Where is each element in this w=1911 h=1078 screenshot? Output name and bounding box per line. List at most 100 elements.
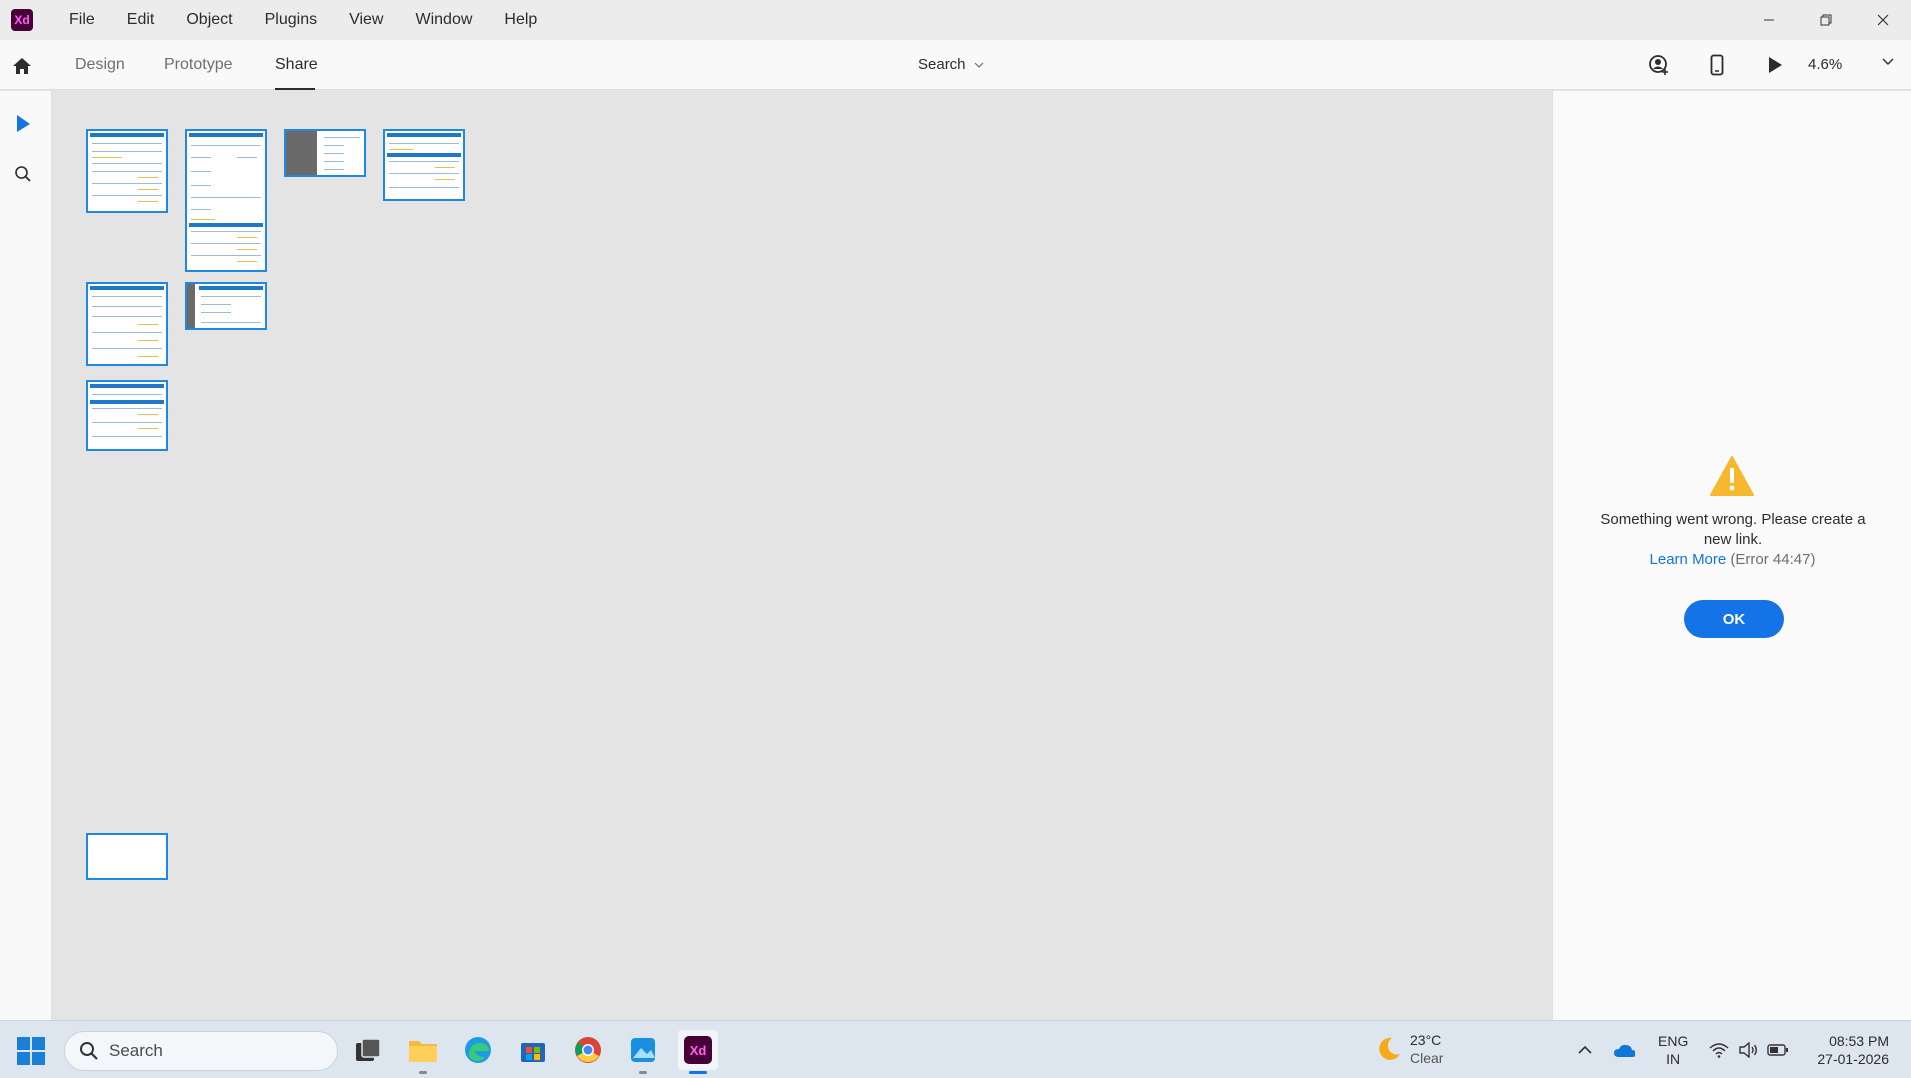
system-clock[interactable]: 08:53 PM 27-01-2026 bbox=[1804, 1032, 1889, 1068]
wifi-icon bbox=[1709, 1043, 1729, 1058]
device-preview-button[interactable] bbox=[1704, 52, 1730, 78]
artboard[interactable]: ••• bbox=[86, 129, 168, 213]
artboard-sidebar bbox=[187, 284, 195, 328]
window-controls bbox=[1740, 0, 1911, 40]
clock-date: 27-01-2026 bbox=[1817, 1051, 1889, 1067]
weather-text: 23°C Clear bbox=[1410, 1031, 1443, 1067]
search-label: Search bbox=[918, 56, 966, 73]
menu-window[interactable]: Window bbox=[399, 11, 488, 29]
search-icon bbox=[15, 166, 31, 182]
home-button[interactable] bbox=[9, 53, 35, 79]
menu-bar: File Edit Object Plugins View Window Hel… bbox=[53, 11, 553, 29]
warning-icon bbox=[1710, 456, 1754, 496]
menu-edit[interactable]: Edit bbox=[111, 11, 171, 29]
artboard-header bbox=[90, 286, 164, 290]
search-icon bbox=[80, 1042, 98, 1060]
moon-icon bbox=[1379, 1037, 1400, 1060]
share-panel: Something went wrong. Please create a ne… bbox=[1552, 91, 1911, 1020]
preview-play-button[interactable] bbox=[1762, 52, 1788, 78]
volume-button[interactable] bbox=[1737, 1039, 1759, 1061]
speaker-icon bbox=[1739, 1042, 1757, 1058]
menu-view[interactable]: View bbox=[333, 11, 399, 29]
title-bar: Xd File Edit Object Plugins View Window … bbox=[0, 0, 1911, 40]
language-region: IN bbox=[1666, 1051, 1681, 1067]
weather-condition: Clear bbox=[1410, 1050, 1444, 1066]
store-icon bbox=[521, 1043, 545, 1062]
chrome-button[interactable] bbox=[568, 1030, 608, 1070]
microsoft-store-button[interactable] bbox=[513, 1030, 553, 1070]
file-explorer-button[interactable] bbox=[403, 1030, 443, 1074]
active-tab-indicator bbox=[275, 88, 315, 90]
play-icon bbox=[1769, 57, 1782, 73]
artboard[interactable]: ••• bbox=[185, 129, 267, 272]
artboard-header bbox=[90, 384, 164, 388]
artboard[interactable]: ••• bbox=[185, 282, 267, 330]
wifi-button[interactable] bbox=[1708, 1039, 1730, 1061]
taskbar-search-box[interactable]: Search bbox=[64, 1031, 338, 1071]
onedrive-cloud-icon bbox=[1614, 1044, 1635, 1057]
photos-app-button[interactable] bbox=[623, 1030, 663, 1074]
running-indicator bbox=[639, 1071, 647, 1074]
battery-button[interactable] bbox=[1767, 1039, 1789, 1061]
tab-prototype[interactable]: Prototype bbox=[164, 56, 232, 74]
tab-design[interactable]: Design bbox=[75, 56, 125, 74]
error-help: Learn More (Error 44:47) bbox=[1553, 551, 1911, 568]
show-hidden-icons-button[interactable] bbox=[1574, 1039, 1596, 1061]
left-tool-rail bbox=[0, 91, 52, 1020]
search-tool-button[interactable] bbox=[10, 161, 36, 187]
error-message: Something went wrong. Please create a ne… bbox=[1600, 511, 1866, 548]
user-share-icon bbox=[1649, 55, 1668, 75]
artboard[interactable]: ••• bbox=[284, 129, 366, 177]
adobe-xd-button[interactable]: Xd bbox=[678, 1030, 718, 1074]
xd-logo-icon[interactable]: Xd bbox=[11, 9, 33, 31]
weather-temperature: 23°C bbox=[1410, 1032, 1442, 1048]
active-indicator bbox=[689, 1071, 707, 1074]
battery-icon bbox=[1767, 1044, 1788, 1056]
chrome-icon bbox=[575, 1037, 601, 1063]
mode-toolbar: Design Prototype Share Search 4.6% bbox=[0, 40, 1911, 90]
weather-widget[interactable]: 23°C Clear bbox=[1374, 1031, 1443, 1067]
task-view-icon bbox=[356, 1038, 381, 1061]
close-button[interactable] bbox=[1854, 0, 1911, 40]
chevron-up-icon bbox=[1578, 1045, 1592, 1054]
running-indicator bbox=[419, 1071, 427, 1074]
clock-time: 08:53 PM bbox=[1829, 1033, 1889, 1049]
home-icon bbox=[13, 58, 31, 74]
ok-button[interactable]: OK bbox=[1684, 600, 1784, 638]
artboard[interactable]: ••• bbox=[86, 282, 168, 366]
edge-icon bbox=[465, 1037, 491, 1063]
artboard[interactable]: ••• bbox=[86, 380, 168, 451]
tab-share[interactable]: Share bbox=[275, 56, 318, 74]
photos-icon bbox=[631, 1038, 655, 1062]
search-dropdown[interactable]: Search bbox=[918, 56, 984, 73]
chevron-down-icon[interactable] bbox=[1882, 58, 1894, 66]
minimize-icon bbox=[1763, 19, 1774, 21]
select-tool-button[interactable] bbox=[10, 111, 36, 137]
minimize-button[interactable] bbox=[1740, 0, 1797, 40]
taskbar-search-placeholder: Search bbox=[109, 1041, 163, 1060]
artboard[interactable]: ••• bbox=[86, 833, 168, 880]
learn-more-link[interactable]: Learn More bbox=[1650, 551, 1727, 568]
restore-button[interactable] bbox=[1797, 0, 1854, 40]
folder-icon bbox=[409, 1041, 437, 1062]
artboard-header bbox=[387, 133, 461, 137]
menu-help[interactable]: Help bbox=[488, 11, 553, 29]
menu-plugins[interactable]: Plugins bbox=[249, 11, 333, 29]
onedrive-button[interactable] bbox=[1613, 1039, 1635, 1061]
close-icon bbox=[1877, 14, 1888, 26]
zoom-level[interactable]: 4.6% bbox=[1808, 56, 1842, 73]
design-canvas[interactable]: ••• ••• ••• bbox=[52, 91, 1552, 1020]
artboard[interactable]: ••• bbox=[383, 129, 465, 201]
language-indicator[interactable]: ENG IN bbox=[1658, 1032, 1688, 1068]
menu-object[interactable]: Object bbox=[170, 11, 248, 29]
artboard-header bbox=[189, 133, 263, 137]
svg-text:Xd: Xd bbox=[690, 1043, 707, 1058]
task-view-button[interactable] bbox=[348, 1030, 388, 1070]
artboard-header bbox=[90, 133, 164, 137]
restore-icon bbox=[1820, 14, 1831, 26]
edge-browser-button[interactable] bbox=[458, 1030, 498, 1070]
select-arrow-icon bbox=[17, 115, 30, 132]
windows-start-icon[interactable] bbox=[16, 1036, 46, 1066]
share-user-button[interactable] bbox=[1646, 52, 1672, 78]
menu-file[interactable]: File bbox=[53, 11, 111, 29]
